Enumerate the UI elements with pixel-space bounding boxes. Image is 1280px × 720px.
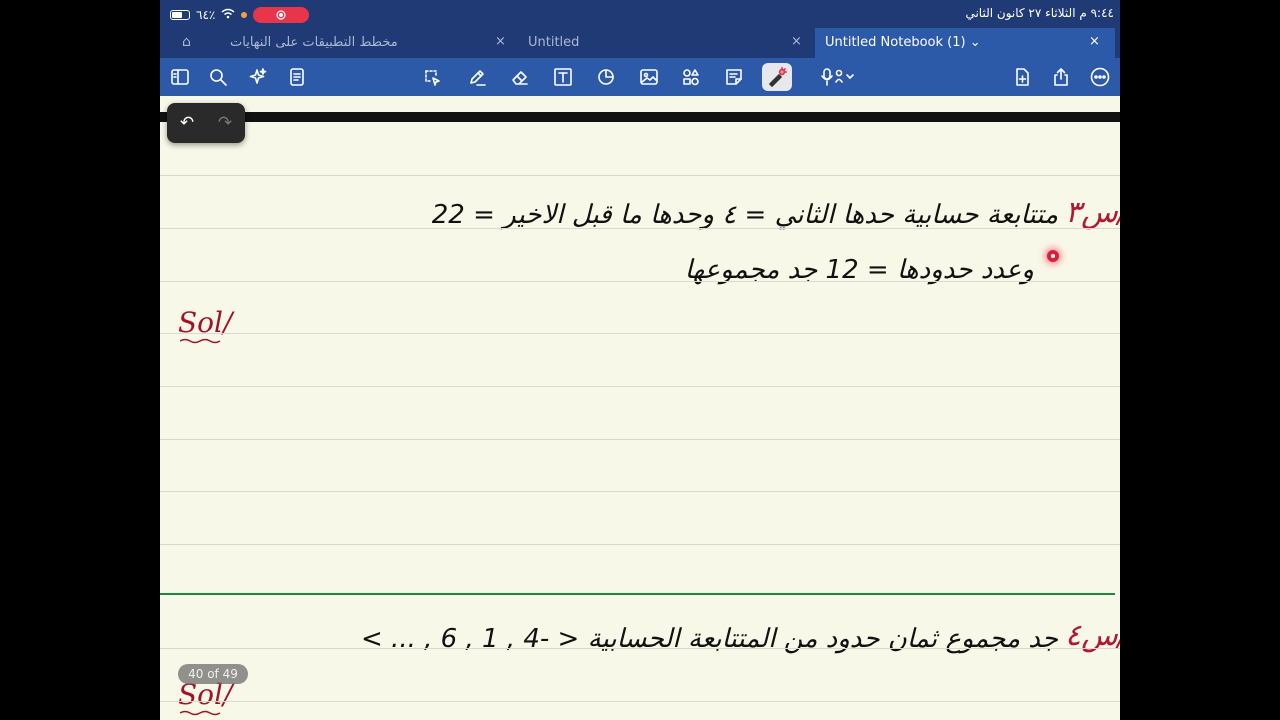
solution-underline: [180, 338, 221, 344]
ai-button[interactable]: [245, 65, 271, 89]
tab-bar: ⌂ مخطط التطبيقات على النهايات × Untitled…: [160, 28, 1120, 58]
solution-underline: [180, 710, 221, 716]
more-icon: [1090, 67, 1110, 87]
lasso-icon: [425, 70, 440, 86]
ruled-line: [160, 333, 1120, 334]
status-left: ٦٤٪: [170, 7, 310, 23]
ruled-line: [160, 648, 1120, 649]
undo-redo-bar: ↶ ↷: [167, 103, 245, 143]
ruled-line: [160, 439, 1120, 440]
close-icon[interactable]: ×: [495, 34, 506, 49]
search-icon: [210, 69, 227, 86]
lasso-tool[interactable]: [419, 65, 445, 89]
ruled-line: [160, 228, 1120, 229]
share-button[interactable]: [1048, 65, 1074, 89]
outline-button[interactable]: [284, 65, 310, 89]
elements-icon: [683, 69, 699, 86]
solution-label: Sol/: [178, 306, 233, 344]
shapes-tool[interactable]: [593, 65, 619, 89]
sticky-note-tool[interactable]: [721, 65, 747, 89]
share-icon: [1054, 68, 1068, 86]
more-button[interactable]: [1087, 65, 1113, 89]
tab-title: Untitled: [528, 35, 580, 50]
status-datetime: ٩:٤٤ م الثلاثاء ٢٧ كانون الثاني: [965, 6, 1114, 20]
sidebar-icon: [171, 69, 189, 85]
text-icon: [554, 68, 572, 86]
tab-title: Untitled Notebook (1) ⌄: [825, 35, 981, 50]
eraser-icon: [512, 71, 528, 85]
text-tool[interactable]: [550, 65, 576, 89]
record-icon: [276, 10, 286, 20]
laser-pointer-dot: [1047, 250, 1059, 262]
laser-pointer-icon: [769, 67, 787, 87]
solution-text: Sol/: [178, 306, 233, 339]
question-3-mark: س٣/: [1065, 195, 1120, 230]
audio-record-button[interactable]: [816, 65, 860, 89]
orange-indicator: [241, 12, 248, 18]
page-divider: [160, 593, 1115, 595]
question-4-line: جد مجموع ثمان حدود من المتتابعة الحسابية…: [361, 624, 1058, 654]
tab-untitled-notebook[interactable]: Untitled Notebook (1) ⌄ ×: [815, 28, 1115, 58]
elements-tool[interactable]: [678, 65, 704, 89]
battery-icon: [170, 10, 190, 20]
sidebar-button[interactable]: [167, 65, 193, 89]
add-page-button[interactable]: [1009, 65, 1035, 89]
sticky-note-icon: [726, 69, 742, 85]
close-icon[interactable]: ×: [1089, 34, 1100, 49]
ruled-line: [160, 491, 1120, 492]
sparkle-icon: [249, 68, 267, 84]
outline-icon: [290, 68, 304, 86]
close-icon[interactable]: ×: [791, 34, 802, 49]
pen-tool[interactable]: [464, 65, 490, 89]
toolbar: [160, 58, 1120, 96]
goodnotes-app: ٦٤٪ ٩:٤٤ م الثلاثاء ٢٧ كانون الثاني ⌂ مخ…: [160, 0, 1120, 720]
tab-title: مخطط التطبيقات على النهايات: [230, 35, 398, 50]
ruled-line: [160, 701, 1120, 702]
search-button[interactable]: [205, 65, 231, 89]
tab-limits-plan[interactable]: مخطط التطبيقات على النهايات ×: [220, 28, 510, 58]
wifi-icon: [221, 8, 235, 22]
ruled-line: [160, 386, 1120, 387]
ruled-line: [160, 544, 1120, 545]
question-3-line-1: متتابعة حسابية حدها الثاني = ٤ وحدها ما …: [431, 200, 1058, 230]
ruled-line: [160, 175, 1120, 176]
page-indicator[interactable]: 40 of 49: [178, 664, 248, 684]
screen-record-button[interactable]: [253, 7, 310, 23]
shapes-icon: [598, 69, 614, 85]
ruled-line: [160, 281, 1120, 282]
add-page-icon: [1016, 68, 1029, 86]
image-tool[interactable]: [636, 65, 662, 89]
image-icon: [640, 69, 658, 85]
battery-level: ٦٤٪: [196, 8, 216, 22]
eraser-tool[interactable]: [507, 65, 533, 89]
pen-icon: [470, 70, 486, 86]
home-icon[interactable]: ⌂: [182, 34, 191, 50]
undo-button[interactable]: ↶: [175, 113, 199, 133]
microphone-icon: [821, 68, 854, 86]
tab-untitled[interactable]: Untitled ×: [518, 28, 808, 58]
status-bar: ٦٤٪ ٩:٤٤ م الثلاثاء ٢٧ كانون الثاني: [160, 0, 1120, 28]
previous-page-edge: [160, 112, 1120, 122]
redo-button[interactable]: ↷: [213, 113, 237, 133]
laser-pointer-tool[interactable]: [762, 63, 792, 91]
